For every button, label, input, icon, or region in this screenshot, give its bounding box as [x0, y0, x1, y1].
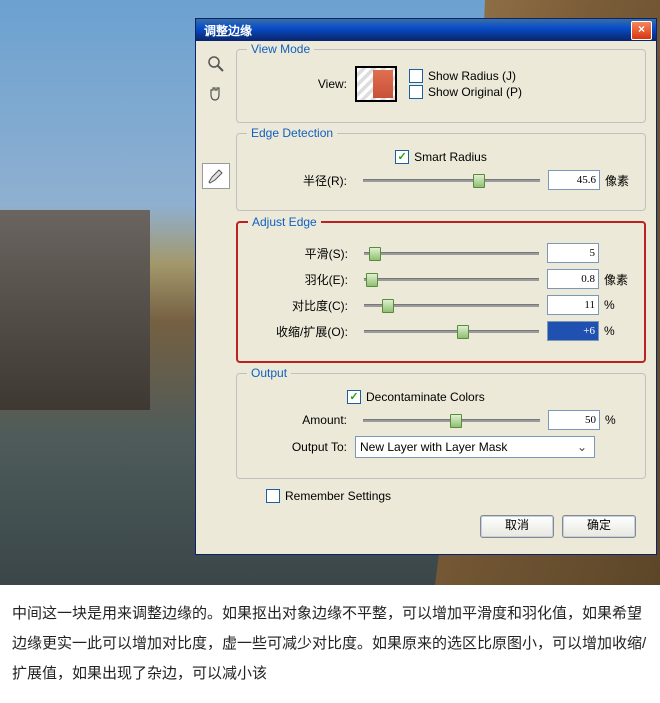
contrast-slider[interactable]	[364, 296, 539, 314]
edge-detection-section: Edge Detection Smart Radius 半径(R): 45.6 …	[236, 133, 646, 211]
adjust-edge-legend: Adjust Edge	[248, 215, 321, 229]
output-to-label: Output To:	[247, 440, 355, 454]
cancel-button[interactable]: 取消	[480, 515, 554, 538]
radius-slider[interactable]	[363, 171, 540, 189]
radius-label: 半径(R):	[247, 172, 355, 189]
radius-input[interactable]: 45.6	[548, 170, 600, 190]
view-mode-section: View Mode View: Show Radius (J) Show Ori…	[236, 49, 646, 123]
view-label: View:	[247, 77, 355, 91]
output-to-select[interactable]: New Layer with Layer Mask ⌄	[355, 436, 595, 458]
amount-label: Amount:	[247, 413, 355, 427]
smart-radius-checkbox[interactable]	[395, 150, 409, 164]
adjust-edge-section: Adjust Edge 平滑(S): 5 羽化(E): 0.8 像素 对比度(C…	[236, 221, 646, 363]
background-image: ↖ 调整边缘 × View Mode View: Show Radius (J)…	[0, 0, 660, 585]
refine-brush-tool[interactable]	[202, 163, 230, 189]
smooth-label: 平滑(S):	[248, 245, 356, 262]
dialog-title: 调整边缘	[200, 22, 252, 39]
show-radius-label: Show Radius (J)	[428, 69, 516, 83]
feather-unit: 像素	[599, 271, 634, 288]
contrast-unit: %	[599, 298, 634, 312]
shift-input[interactable]: +6	[547, 321, 599, 341]
contrast-label: 对比度(C):	[248, 297, 356, 314]
feather-label: 羽化(E):	[248, 271, 356, 288]
amount-input[interactable]: 50	[548, 410, 600, 430]
shift-slider[interactable]	[364, 322, 539, 340]
amount-slider[interactable]	[363, 411, 540, 429]
output-section: Output Decontaminate Colors Amount: 50 %…	[236, 373, 646, 479]
decontaminate-checkbox[interactable]	[347, 390, 361, 404]
decontaminate-label: Decontaminate Colors	[366, 390, 485, 404]
edge-detection-legend: Edge Detection	[247, 126, 337, 140]
titlebar[interactable]: 调整边缘 ×	[196, 19, 656, 41]
shift-label: 收缩/扩展(O):	[248, 323, 356, 340]
ok-button[interactable]: 确定	[562, 515, 636, 538]
chevron-down-icon: ⌄	[574, 440, 590, 454]
remember-label: Remember Settings	[285, 489, 391, 503]
view-mode-legend: View Mode	[247, 42, 314, 56]
shift-unit: %	[599, 324, 634, 338]
show-radius-checkbox[interactable]	[409, 69, 423, 83]
remember-checkbox[interactable]	[266, 489, 280, 503]
smooth-slider[interactable]	[364, 244, 539, 262]
contrast-input[interactable]: 11	[547, 295, 599, 315]
radius-unit: 像素	[600, 172, 635, 189]
close-button[interactable]: ×	[631, 21, 652, 40]
show-original-label: Show Original (P)	[428, 85, 522, 99]
feather-input[interactable]: 0.8	[547, 269, 599, 289]
show-original-checkbox[interactable]	[409, 85, 423, 99]
smooth-input[interactable]: 5	[547, 243, 599, 263]
zoom-tool[interactable]	[202, 51, 230, 77]
feather-slider[interactable]	[364, 270, 539, 288]
output-legend: Output	[247, 366, 291, 380]
amount-unit: %	[600, 413, 635, 427]
view-thumbnail[interactable]	[355, 66, 397, 102]
description-text: 中间这一块是用来调整边缘的。如果抠出对象边缘不平整，可以增加平滑度和羽化值，如果…	[0, 585, 660, 689]
smart-radius-label: Smart Radius	[414, 150, 487, 164]
refine-edge-dialog: 调整边缘 × View Mode View: Show Radius (J) S…	[195, 18, 657, 555]
hand-tool[interactable]	[202, 81, 230, 107]
output-to-value: New Layer with Layer Mask	[360, 440, 507, 454]
tool-column	[202, 51, 232, 193]
